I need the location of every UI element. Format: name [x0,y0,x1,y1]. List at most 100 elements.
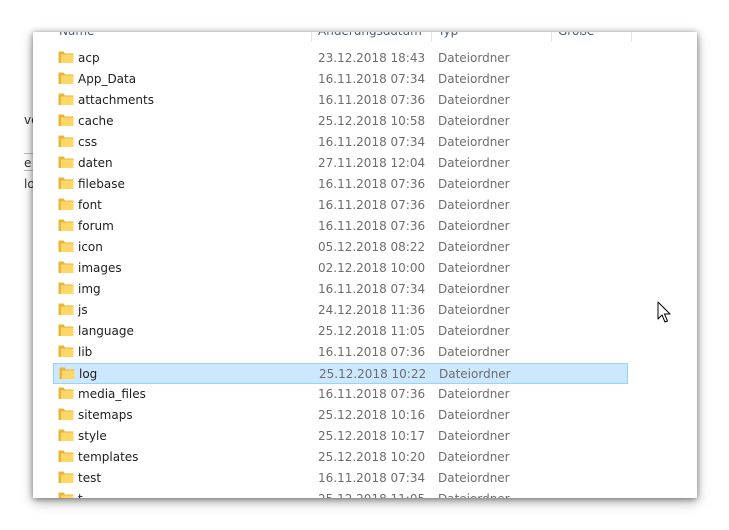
background-window: ve e lo [0,0,38,530]
folder-icon [58,408,74,420]
file-row[interactable]: attachments 16.11.2018 07:36 Dateiordner [53,90,628,111]
file-modified-date: 24.12.2018 11:36 [318,303,426,317]
file-modified-date: 05.12.2018 08:22 [318,240,426,254]
folder-icon [58,51,74,63]
file-type: Dateiordner [438,345,510,359]
folder-icon [58,282,74,294]
column-header-date[interactable]: Änderungsdatum [312,32,431,42]
folder-icon [58,240,74,252]
file-modified-date: 25.12.2018 10:16 [318,408,426,422]
file-modified-date: 25.12.2018 10:22 [319,367,427,381]
folder-icon [58,135,74,147]
file-name: forum [78,219,114,233]
file-row[interactable]: lib 16.11.2018 07:36 Dateiordner [53,342,628,363]
file-modified-date: 02.12.2018 10:00 [318,261,426,275]
file-name: cache [78,114,114,128]
column-divider[interactable] [631,32,632,42]
background-text-fragment: e [24,156,32,170]
file-type: Dateiordner [438,135,510,149]
file-row[interactable]: css 16.11.2018 07:34 Dateiordner [53,132,628,153]
folder-icon [58,261,74,273]
folder-icon [58,219,74,231]
folder-icon [58,450,74,462]
file-type: Dateiordner [438,51,510,65]
file-type: Dateiordner [438,387,510,401]
file-modified-date: 25.12.2018 11:05 [318,324,426,338]
file-modified-date: 16.11.2018 07:36 [318,345,426,359]
file-modified-date: 25.12.2018 10:17 [318,429,426,443]
column-header-type[interactable]: Typ [432,32,551,42]
file-row[interactable]: test 16.11.2018 07:34 Dateiordner [53,468,628,489]
file-type: Dateiordner [438,198,510,212]
file-name: App_Data [78,72,137,86]
folder-icon [58,345,74,357]
file-type: Dateiordner [438,261,510,275]
file-row[interactable]: cache 25.12.2018 10:58 Dateiordner [53,111,628,132]
file-name: filebase [78,177,125,191]
file-row[interactable]: images 02.12.2018 10:00 Dateiordner [53,258,628,279]
file-name: templates [78,450,139,464]
file-row[interactable]: sitemaps 25.12.2018 10:16 Dateiordner [53,405,628,426]
file-row[interactable]: language 25.12.2018 11:05 Dateiordner [53,321,628,342]
file-row[interactable]: t 25.12.2018 11:05 Dateiordner [53,489,628,498]
folder-icon [58,303,74,315]
file-row[interactable]: img 16.11.2018 07:34 Dateiordner [53,279,628,300]
file-name: font [78,198,102,212]
file-type: Dateiordner [438,156,510,170]
file-row[interactable]: style 25.12.2018 10:17 Dateiordner [53,426,628,447]
column-header-name[interactable]: Name [53,32,311,42]
file-name: language [78,324,134,338]
column-header-row: Name Änderungsdatum Typ Größe [33,32,633,42]
file-modified-date: 16.11.2018 07:34 [318,72,426,86]
file-name: images [78,261,122,275]
file-name: t [78,492,83,498]
file-row[interactable]: media_files 16.11.2018 07:36 Dateiordner [53,384,628,405]
file-type: Dateiordner [439,367,511,381]
file-name: test [78,471,102,485]
file-name: sitemaps [78,408,133,422]
folder-icon [58,177,74,189]
file-row[interactable]: icon 05.12.2018 08:22 Dateiordner [53,237,628,258]
file-type: Dateiordner [438,219,510,233]
file-type: Dateiordner [438,72,510,86]
file-modified-date: 25.12.2018 11:05 [318,492,425,498]
file-modified-date: 16.11.2018 07:34 [318,135,426,149]
file-row[interactable]: daten 27.11.2018 12:04 Dateiordner [53,153,628,174]
file-modified-date: 25.12.2018 10:58 [318,114,426,128]
file-modified-date: 23.12.2018 18:43 [318,51,426,65]
folder-icon [58,324,74,336]
file-type: Dateiordner [438,450,510,464]
file-row[interactable]: templates 25.12.2018 10:20 Dateiordner [53,447,628,468]
file-name: lib [78,345,93,359]
file-modified-date: 16.11.2018 07:36 [318,93,426,107]
file-explorer-window: Name Änderungsdatum Typ Größe acp 23.12.2… [33,32,697,498]
folder-icon [58,72,74,84]
folder-icon [58,471,74,483]
file-row[interactable]: filebase 16.11.2018 07:36 Dateiordner [53,174,628,195]
mouse-pointer-icon [657,301,671,323]
file-name: icon [78,240,103,254]
file-type: Dateiordner [438,282,510,296]
file-name: js [78,303,88,317]
file-type: Dateiordner [438,408,510,422]
file-type: Dateiordner [438,93,510,107]
file-modified-date: 16.11.2018 07:36 [318,387,426,401]
file-type: Dateiordner [438,471,510,485]
file-row[interactable]: log 25.12.2018 10:22 Dateiordner [53,363,628,384]
file-row[interactable]: App_Data 16.11.2018 07:34 Dateiordner [53,69,628,90]
file-name: log [79,367,98,381]
file-row[interactable]: forum 16.11.2018 07:36 Dateiordner [53,216,628,237]
file-modified-date: 16.11.2018 07:34 [318,471,426,485]
file-row[interactable]: js 24.12.2018 11:36 Dateiordner [53,300,628,321]
file-modified-date: 16.11.2018 07:36 [318,198,426,212]
file-row[interactable]: acp 23.12.2018 18:43 Dateiordner [53,48,628,69]
file-row[interactable]: font 16.11.2018 07:36 Dateiordner [53,195,628,216]
file-type: Dateiordner [438,303,510,317]
file-modified-date: 16.11.2018 07:36 [318,219,426,233]
folder-icon [58,156,74,168]
file-name: daten [78,156,113,170]
file-type: Dateiordner [438,429,510,443]
column-header-size[interactable]: Größe [552,32,631,42]
folder-icon [58,387,74,399]
file-modified-date: 25.12.2018 10:20 [318,450,426,464]
